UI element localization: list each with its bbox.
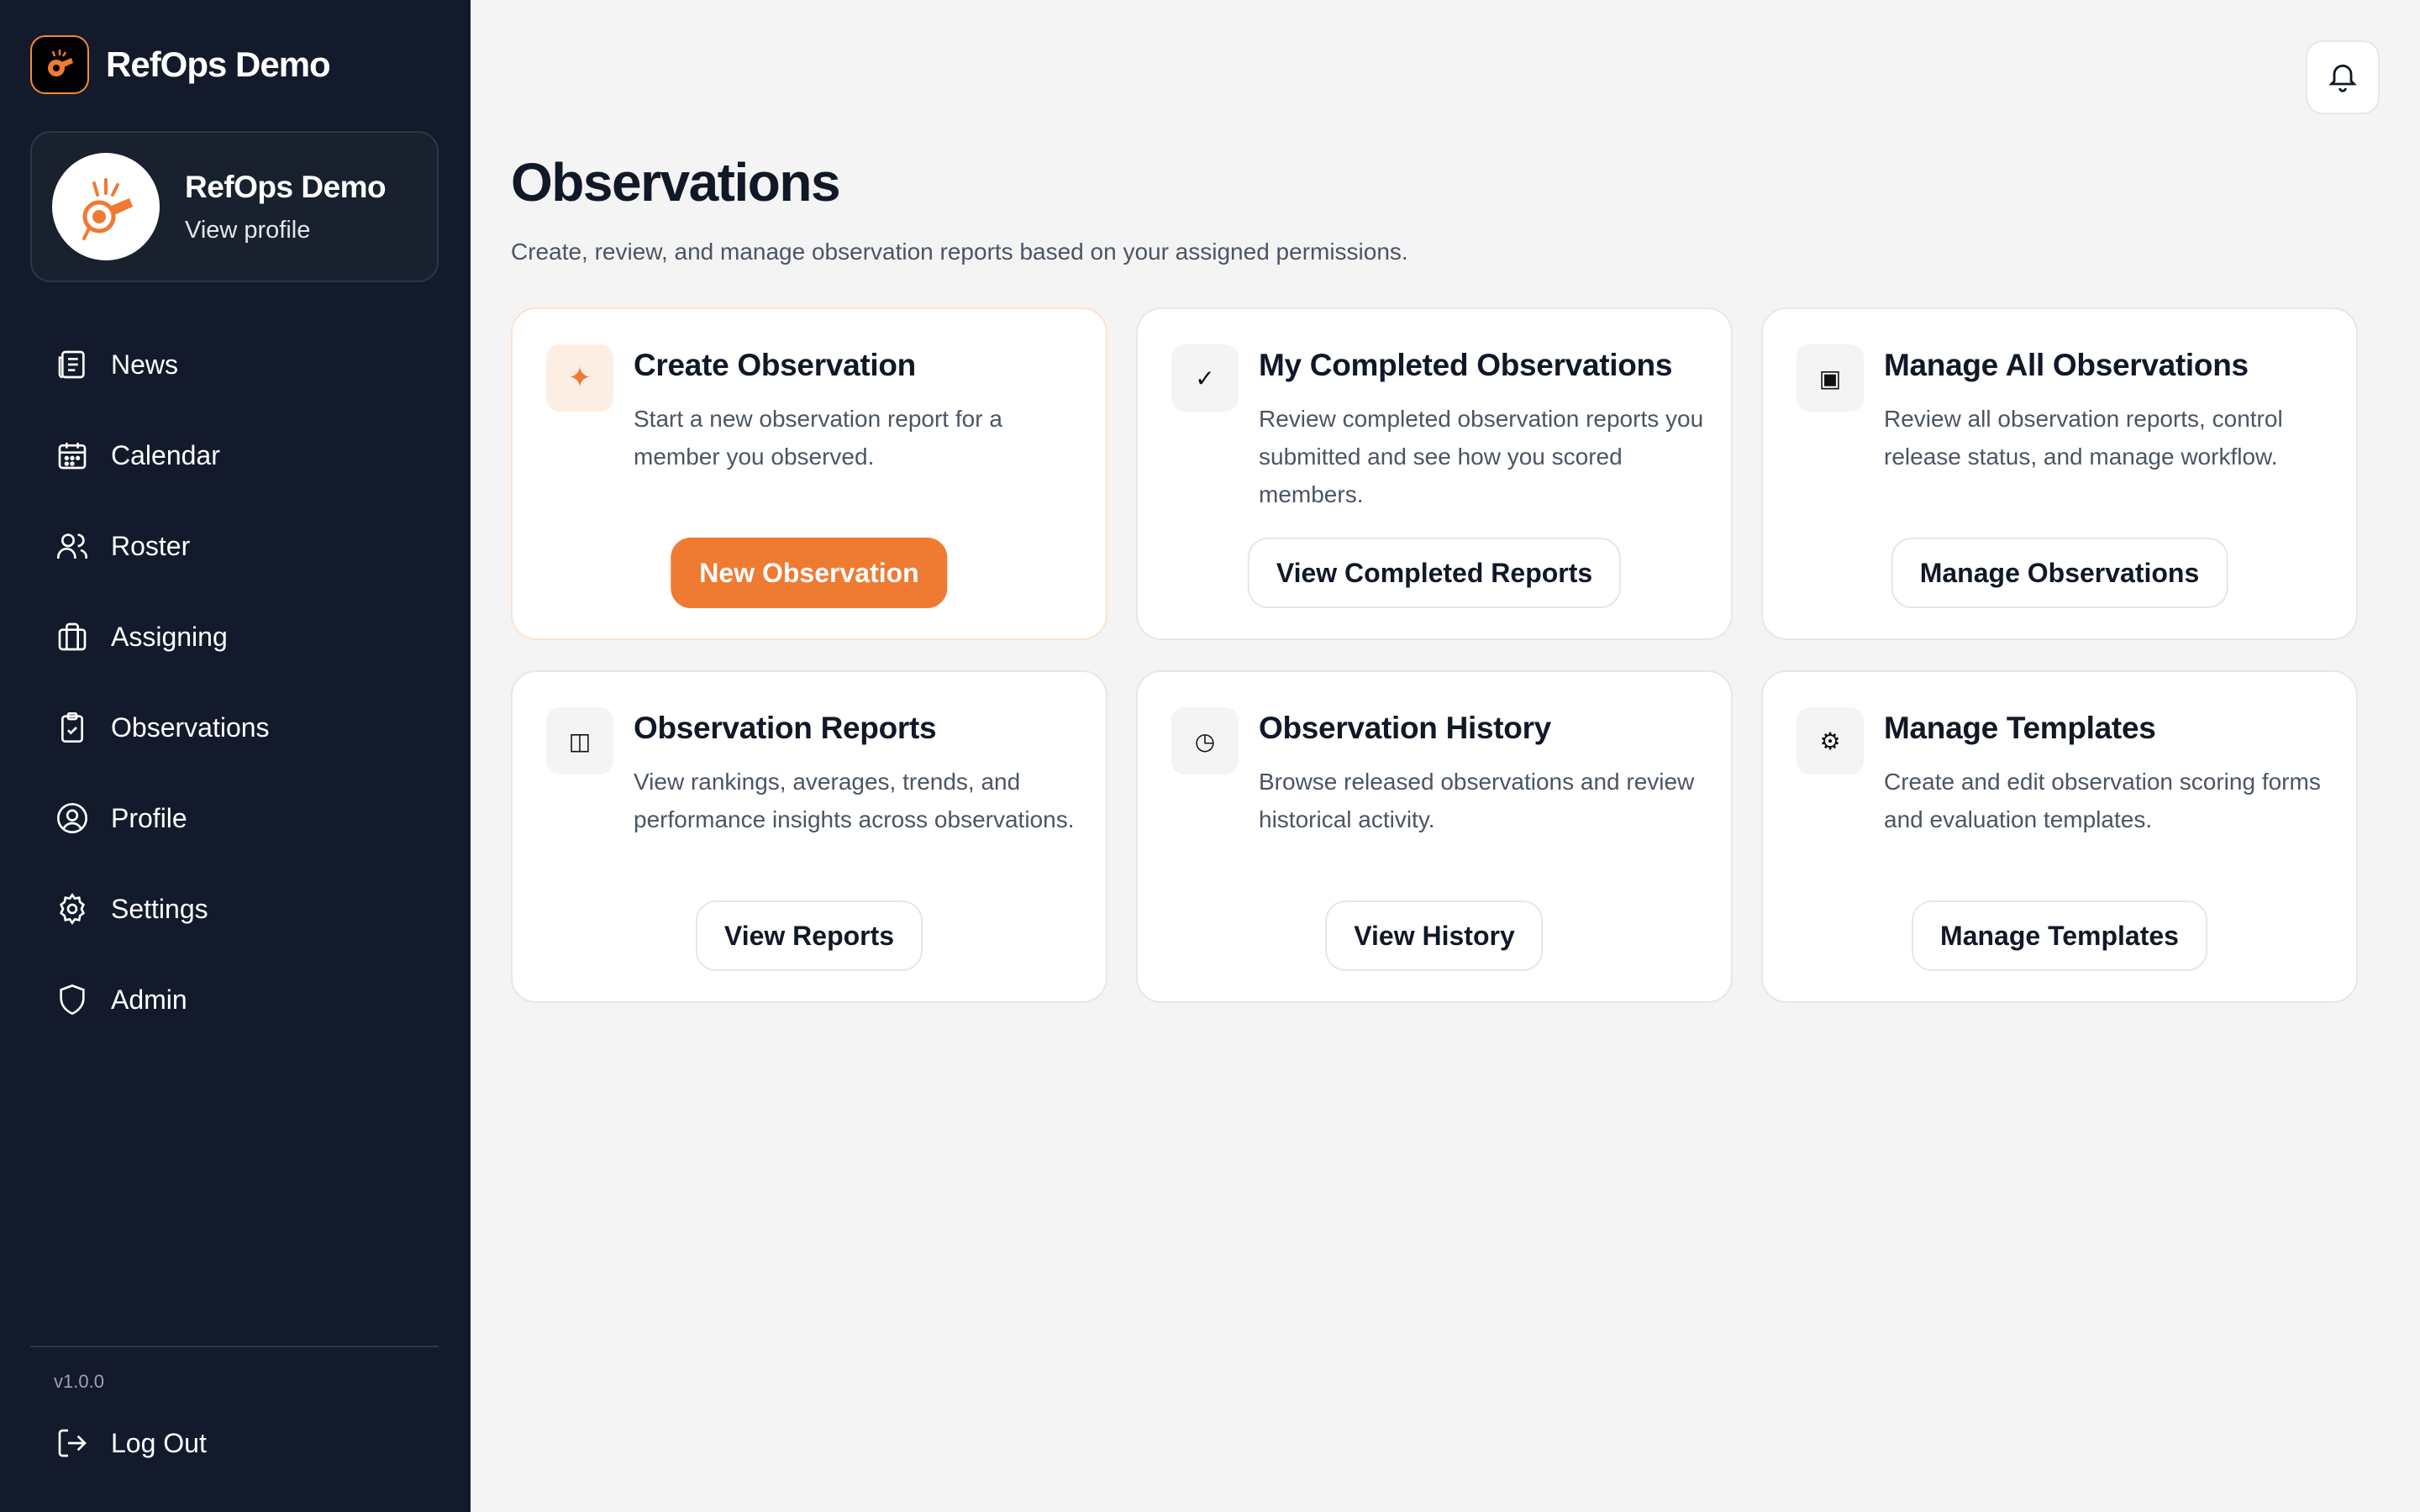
card-manage-all-observations: ▣ Manage All Observations Review all obs… — [1761, 307, 2358, 640]
sidebar-divider — [30, 1346, 439, 1347]
shield-icon — [54, 981, 91, 1018]
app-name: RefOps Demo — [106, 45, 331, 84]
profile-card[interactable]: RefOps Demo View profile — [30, 131, 439, 282]
clipboard-check-icon — [54, 709, 91, 746]
card-description: Start a new observation report for a mem… — [634, 406, 1002, 470]
sidebar-item-label: Calendar — [111, 439, 220, 470]
avatar — [52, 153, 160, 260]
logout-button[interactable]: Log Out — [54, 1425, 207, 1462]
card-description: Create and edit observation scoring form… — [1884, 769, 2321, 832]
card-description: View rankings, averages, trends, and per… — [634, 769, 1075, 832]
whistle-icon — [82, 178, 133, 240]
view-history-button[interactable]: View History — [1325, 900, 1544, 971]
newspaper-icon — [54, 346, 91, 383]
sidebar-item-observations[interactable]: Observations — [30, 682, 439, 773]
bell-icon — [2326, 59, 2360, 97]
profile-name: RefOps Demo — [185, 169, 387, 204]
sidebar-item-profile[interactable]: Profile — [30, 773, 439, 864]
sidebar-item-news[interactable]: News — [30, 319, 439, 410]
whistle-logo-icon — [30, 35, 89, 94]
card-title: Observation Reports — [634, 711, 937, 745]
page-title: Observations — [511, 152, 841, 213]
columns-icon: ◫ — [546, 707, 613, 774]
card-title: Create Observation — [634, 348, 916, 382]
square-icon: ▣ — [1797, 344, 1864, 412]
card-description: Review all observation reports, control … — [1884, 406, 2283, 470]
users-icon — [54, 528, 91, 564]
card-title: My Completed Observations — [1259, 348, 1673, 382]
view-profile-link[interactable]: View profile — [185, 217, 386, 244]
card-title: Manage All Observations — [1884, 348, 2249, 382]
card-create-observation: ✦ Create Observation Start a new observa… — [511, 307, 1107, 640]
logout-icon — [54, 1425, 91, 1462]
brand[interactable]: RefOps Demo — [30, 35, 331, 94]
card-manage-templates: ⚙ Manage Templates Create and edit obser… — [1761, 670, 2358, 1003]
sidebar-item-assigning[interactable]: Assigning — [30, 591, 439, 682]
card-my-completed-observations: ✓ My Completed Observations Review compl… — [1136, 307, 1733, 640]
sparkle-icon: ✦ — [546, 344, 613, 412]
sidebar-nav: News Calendar Roster Assigning Observati… — [30, 319, 439, 1045]
sidebar-item-label: Settings — [111, 893, 208, 924]
sidebar-item-settings[interactable]: Settings — [30, 864, 439, 954]
checkmark-icon: ✓ — [1171, 344, 1239, 412]
gear-icon: ⚙ — [1797, 707, 1864, 774]
card-observation-history: ◷ Observation History Browse released ob… — [1136, 670, 1733, 1003]
manage-templates-button[interactable]: Manage Templates — [1912, 900, 2207, 971]
manage-observations-button[interactable]: Manage Observations — [1891, 538, 2228, 608]
view-reports-button[interactable]: View Reports — [695, 900, 923, 971]
card-title: Manage Templates — [1884, 711, 2156, 745]
user-circle-icon — [54, 800, 91, 837]
new-observation-button[interactable]: New Observation — [671, 538, 948, 608]
sidebar-item-label: Roster — [111, 530, 191, 561]
gear-icon — [54, 890, 91, 927]
sidebar-item-label: Admin — [111, 984, 187, 1015]
sidebar-item-label: Profile — [111, 802, 187, 833]
clock-icon: ◷ — [1171, 707, 1239, 774]
card-observation-reports: ◫ Observation Reports View rankings, ave… — [511, 670, 1107, 1003]
card-description: Browse released observations and review … — [1259, 769, 1695, 832]
sidebar-item-label: Observations — [111, 711, 270, 743]
view-completed-reports-button[interactable]: View Completed Reports — [1247, 538, 1622, 608]
logout-label: Log Out — [111, 1427, 207, 1458]
sidebar-item-label: Assigning — [111, 621, 228, 652]
briefcase-icon — [54, 618, 91, 655]
sidebar: RefOps Demo RefOps Demo View profile New… — [0, 0, 471, 1512]
sidebar-item-label: News — [111, 349, 179, 380]
sidebar-item-admin[interactable]: Admin — [30, 954, 439, 1045]
sidebar-item-roster[interactable]: Roster — [30, 501, 439, 591]
notifications-button[interactable] — [2306, 40, 2380, 114]
version-label: v1.0.0 — [54, 1371, 104, 1392]
page-subtitle: Create, review, and manage observation r… — [511, 239, 1408, 265]
card-description: Review completed observation reports you… — [1259, 406, 1704, 507]
calendar-icon — [54, 437, 91, 474]
card-title: Observation History — [1259, 711, 1551, 745]
sidebar-item-calendar[interactable]: Calendar — [30, 410, 439, 501]
